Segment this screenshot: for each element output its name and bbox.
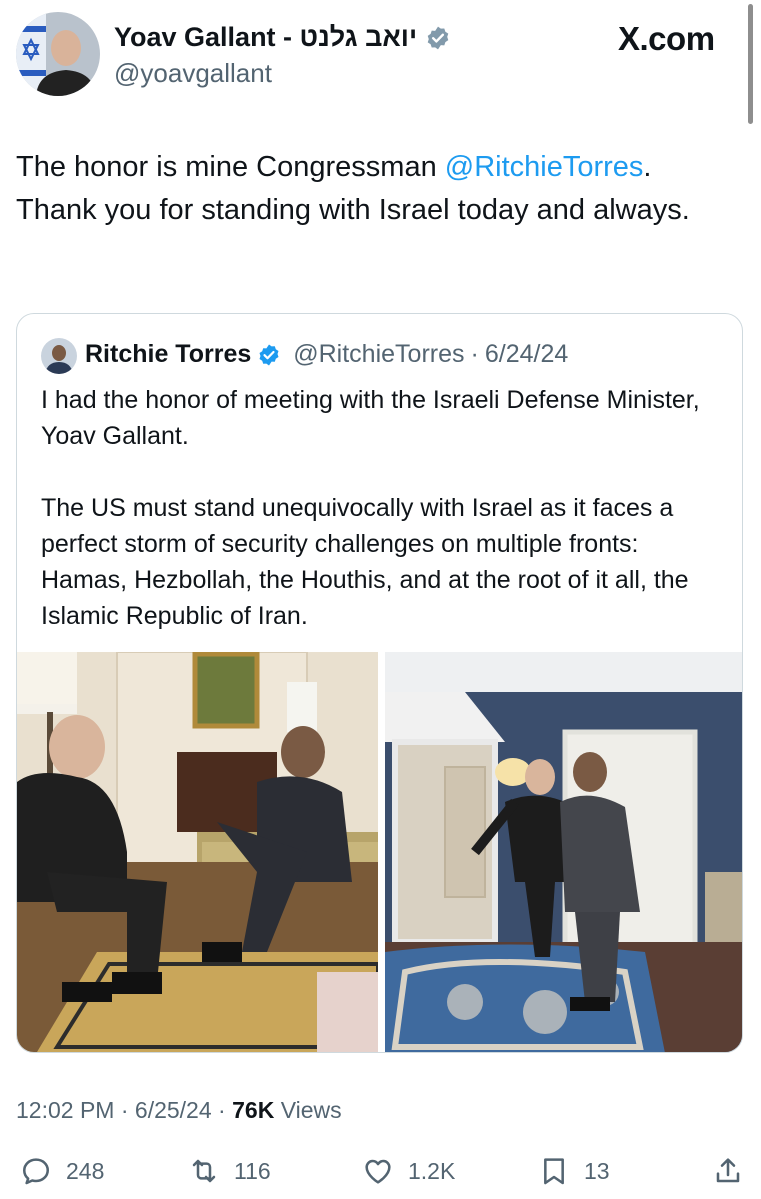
- photo-meeting-standing[interactable]: [385, 652, 742, 1052]
- author-handle[interactable]: @yoavgallant: [114, 58, 272, 89]
- scrollbar[interactable]: [748, 4, 753, 124]
- views-count: 76K: [232, 1097, 275, 1123]
- like-count: 1.2K: [408, 1157, 456, 1184]
- bookmark-count: 13: [584, 1157, 610, 1184]
- site-label: X.com: [618, 20, 715, 57]
- verified-badge-icon: [259, 344, 279, 365]
- meta-separator: ·: [218, 1097, 226, 1123]
- meta-separator: ·: [120, 1097, 129, 1123]
- bookmark-icon: [544, 1158, 564, 1185]
- tweet-text: The honor is mine Congressman @RitchieTo…: [16, 146, 736, 232]
- views-label: Views: [280, 1097, 342, 1123]
- quoted-author-handle[interactable]: @RitchieTorres: [293, 340, 464, 369]
- share-button[interactable]: [712, 1155, 744, 1187]
- quoted-body: I had the honor of meeting with the Isra…: [41, 382, 721, 634]
- mention-link[interactable]: @RitchieTorres: [445, 151, 644, 183]
- quoted-paragraph-1: I had the honor of meeting with the Isra…: [41, 386, 700, 450]
- verified-badge-icon: [427, 26, 449, 49]
- reply-icon: [23, 1158, 49, 1185]
- repost-count: 116: [234, 1157, 271, 1184]
- reply-button[interactable]: 248: [20, 1155, 104, 1187]
- quoted-paragraph-2: The US must stand unequivocally with Isr…: [41, 494, 689, 630]
- share-icon: [716, 1158, 740, 1183]
- like-icon: [365, 1159, 391, 1184]
- quoted-date[interactable]: 6/24/24: [485, 340, 568, 369]
- photo-meeting-seated[interactable]: [17, 652, 378, 1052]
- repost-button[interactable]: 116: [188, 1155, 271, 1187]
- like-button[interactable]: 1.2K: [362, 1155, 455, 1187]
- author-name[interactable]: Yoav Gallant - יואב גלנט: [114, 22, 451, 53]
- quoted-header: Ritchie Torres @RitchieTorres · 6/24/24: [85, 340, 568, 369]
- quoted-author-avatar[interactable]: [41, 338, 77, 374]
- tweet-meta: 12:02 PM · 6/25/24 · 76K Views: [16, 1097, 342, 1124]
- quoted-author-name[interactable]: Ritchie Torres: [85, 340, 251, 369]
- repost-icon: [192, 1159, 216, 1183]
- tweet-text-start: The honor is mine Congressman: [16, 151, 445, 183]
- tweet-date[interactable]: 6/25/24: [135, 1097, 212, 1123]
- tweet-time[interactable]: 12:02 PM: [16, 1097, 114, 1123]
- reply-count: 248: [66, 1157, 105, 1184]
- author-name-text: Yoav Gallant - יואב גלנט: [114, 22, 418, 52]
- bookmark-button[interactable]: 13: [538, 1155, 610, 1187]
- quoted-tweet[interactable]: Ritchie Torres @RitchieTorres · 6/24/24 …: [16, 313, 743, 1053]
- quoted-separator: ·: [470, 340, 479, 368]
- author-avatar[interactable]: [16, 12, 100, 96]
